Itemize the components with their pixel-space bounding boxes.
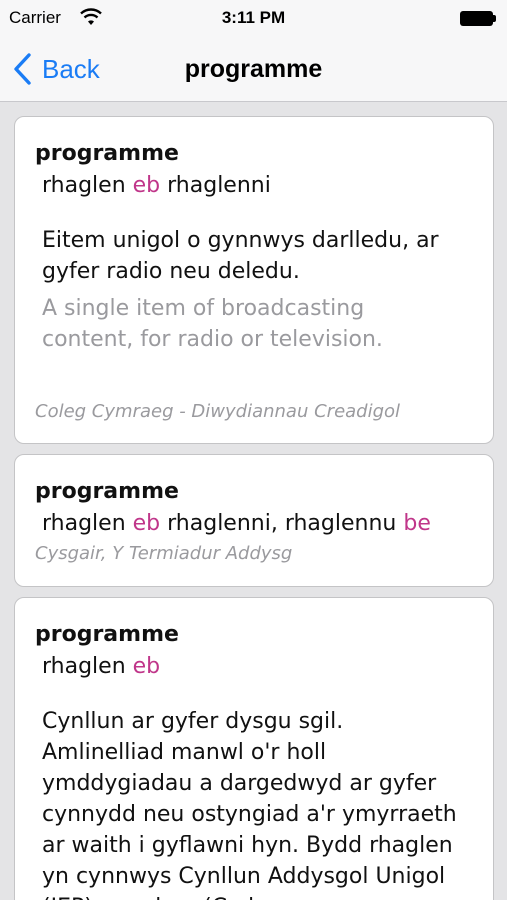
entry-forms: rhaglen eb rhaglenni, rhaglennu be [42, 511, 431, 536]
entry-source: Coleg Cymraeg - Diwydiannau Creadigol [35, 401, 401, 422]
status-bar: Carrier 3:11 PM [0, 0, 507, 36]
part-of-speech: eb [132, 173, 161, 198]
definition-welsh: Cynllun ar gyfer dysgu sgil. Amlinelliad… [42, 709, 457, 900]
entry-card[interactable]: programme rhaglen eb Cynllun ar gyfer dy… [14, 597, 494, 900]
headword: rhaglen [42, 173, 126, 198]
entry-forms: rhaglen eb rhaglenni [42, 173, 271, 198]
entry-card[interactable]: programme rhaglen eb rhaglenni, rhaglenn… [14, 454, 494, 587]
headword: rhaglen [42, 654, 126, 679]
entry-term: programme [35, 141, 179, 166]
navigation-bar: Back programme [0, 36, 507, 102]
definition-english: A single item of broadcasting content, f… [42, 296, 383, 352]
entry-term: programme [35, 479, 179, 504]
plural-form: rhaglenni [167, 173, 271, 198]
part-of-speech: eb [132, 654, 161, 679]
battery-icon [460, 11, 496, 26]
clock: 3:11 PM [221, 8, 286, 27]
entries-list[interactable]: programme rhaglen eb rhaglenni Eitem uni… [0, 103, 507, 900]
part-of-speech: be [403, 511, 431, 536]
page-title: programme [184, 55, 323, 83]
entry-source: Cysgair, Y Termiadur Addysg [35, 543, 293, 564]
definition-welsh: Eitem unigol o gynnwys darlledu, ar gyfe… [42, 228, 439, 284]
plural-form: rhaglenni, rhaglennu [167, 511, 397, 536]
entry-term: programme [35, 622, 179, 647]
entry-forms: rhaglen eb [42, 654, 160, 679]
part-of-speech: eb [132, 511, 161, 536]
headword: rhaglen [42, 511, 126, 536]
entry-card[interactable]: programme rhaglen eb rhaglenni Eitem uni… [14, 116, 494, 444]
